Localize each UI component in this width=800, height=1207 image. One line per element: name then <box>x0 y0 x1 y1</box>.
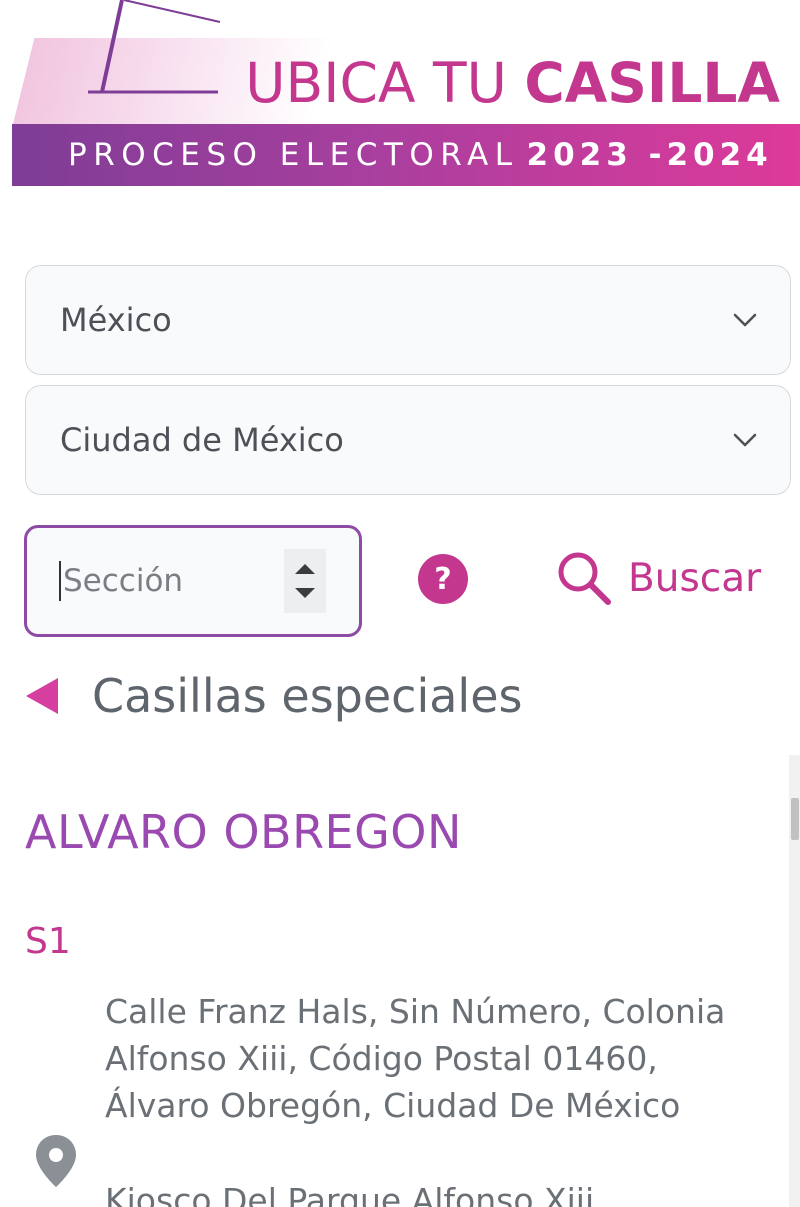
seccion-placeholder: Sección <box>63 563 184 599</box>
country-select-value: México <box>60 301 172 339</box>
casilla-location-name: Kiosco Del Parque Alfonso Xiii <box>105 1181 595 1207</box>
map-pin-icon <box>36 1135 76 1187</box>
state-select[interactable]: Ciudad de México <box>25 385 791 495</box>
svg-text:?: ? <box>434 562 451 597</box>
text-caret <box>59 561 61 601</box>
spinner-down-icon[interactable] <box>294 587 316 599</box>
number-spinner[interactable] <box>284 549 326 613</box>
triangle-left-icon <box>26 678 58 714</box>
scrollbar-thumb[interactable] <box>791 798 799 840</box>
country-select[interactable]: México <box>25 265 791 375</box>
header-banner: UBICA TU CASILLA PROCESO ELECTORAL 2023 … <box>0 0 800 200</box>
district-title: ALVARO OBREGON <box>25 805 462 859</box>
banner-subtitle-light: PROCESO ELECTORAL <box>68 137 519 173</box>
spinner-up-icon[interactable] <box>294 563 316 575</box>
question-circle-icon[interactable]: ? <box>417 553 469 605</box>
casilla-id: S1 <box>25 921 71 962</box>
banner-title: UBICA TU CASILLA <box>245 48 780 118</box>
banner-subtitle-year: 2023 -2024 <box>526 137 773 173</box>
banner-subtitle-bar: PROCESO ELECTORAL 2023 -2024 <box>12 124 800 186</box>
chevron-down-icon <box>733 433 757 447</box>
especiales-label: Casillas especiales <box>92 669 523 723</box>
chevron-down-icon <box>733 313 757 327</box>
banner-title-light: UBICA TU <box>245 51 525 115</box>
search-button-label: Buscar <box>628 555 762 601</box>
state-select-value: Ciudad de México <box>60 421 344 459</box>
seccion-input[interactable]: Sección <box>24 525 362 637</box>
casilla-address: Calle Franz Hals, Sin Número, Colonia Al… <box>105 992 726 1125</box>
search-button[interactable]: Buscar <box>556 548 761 608</box>
especiales-toggle[interactable]: Casillas especiales <box>26 664 522 728</box>
results-panel[interactable]: ALVARO OBREGON S1 Calle Franz Hals, Sin … <box>0 755 800 1207</box>
banner-title-bold: CASILLA <box>524 51 780 115</box>
ballot-box-icon <box>88 0 221 94</box>
search-icon <box>558 552 611 605</box>
